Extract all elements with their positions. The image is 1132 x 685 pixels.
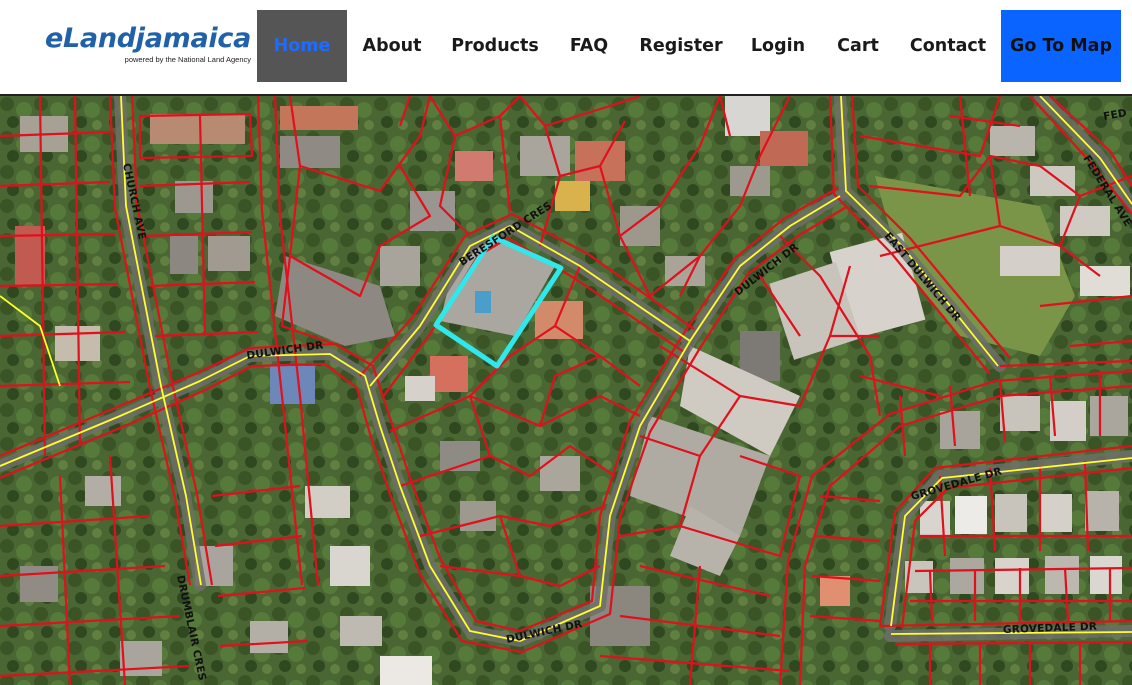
nav-contact[interactable]: Contact [906,10,990,82]
site-logo[interactable]: eLandjamaica powered by the National Lan… [45,23,251,65]
logo-title: eLandjamaica [45,23,251,54]
go-to-map-button[interactable]: Go To Map [1001,10,1121,82]
nav-login[interactable]: Login [747,10,809,82]
nav-about[interactable]: About [358,10,426,82]
nav-home[interactable]: Home [257,10,347,82]
nav-register[interactable]: Register [637,10,725,82]
nav-faq[interactable]: FAQ [565,10,613,82]
nav-cart[interactable]: Cart [832,10,884,82]
site-header: eLandjamaica powered by the National Lan… [0,0,1132,96]
map-canvas[interactable]: BERESFORD CRES DULWICH DR DULWICH DR DUL… [0,96,1132,685]
nav-products[interactable]: Products [447,10,543,82]
parcel-map[interactable]: BERESFORD CRES DULWICH DR DULWICH DR DUL… [0,96,1132,685]
logo-tagline: powered by the National Land Agency [124,55,251,64]
